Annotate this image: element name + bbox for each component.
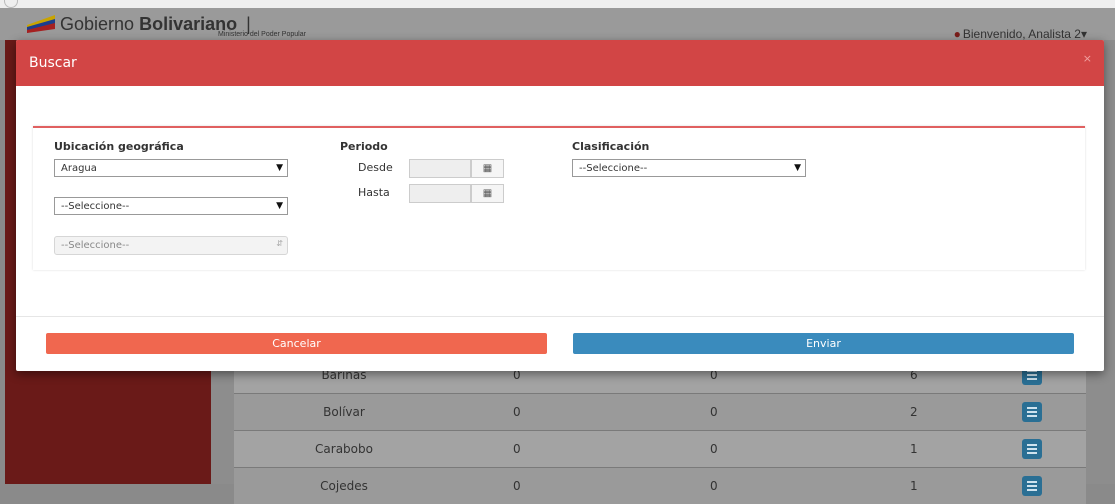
parroquia-value: --Seleccione-- xyxy=(61,240,130,251)
cell-value: 0 xyxy=(513,405,521,419)
user-icon: ● xyxy=(953,27,961,41)
cell-value: 0 xyxy=(513,479,521,493)
cell-value: 0 xyxy=(710,479,718,493)
cell-value: 0 xyxy=(710,442,718,456)
search-modal: Buscar × Ubicación geográfica Aragua ▼ -… xyxy=(16,40,1104,371)
brand-subtitle: Ministerio del Poder Popular xyxy=(218,31,306,38)
cell-value: 0 xyxy=(710,405,718,419)
send-button[interactable]: Enviar xyxy=(573,333,1074,354)
cell-value: 0 xyxy=(513,442,521,456)
cell-name: Carabobo xyxy=(315,442,373,456)
clasificacion-select[interactable]: --Seleccione-- ▼ xyxy=(572,159,806,177)
modal-header: Buscar × xyxy=(16,40,1104,86)
updown-arrow-icon: ⇵ xyxy=(276,239,283,248)
calendar-icon[interactable]: ▦ xyxy=(471,184,504,203)
ubicacion-label: Ubicación geográfica xyxy=(54,140,184,153)
results-table: Barinas 0 0 6 Bolívar 0 0 2 Carabobo 0 0… xyxy=(234,356,1086,504)
desde-label: Desde xyxy=(358,161,393,174)
footer-divider xyxy=(16,316,1104,317)
clasificacion-label: Clasificación xyxy=(572,140,650,153)
parroquia-select[interactable]: --Seleccione-- ⇵ xyxy=(54,236,288,255)
modal-title: Buscar xyxy=(29,55,77,71)
cell-name: Bolívar xyxy=(323,405,365,419)
close-icon[interactable]: × xyxy=(1083,52,1092,65)
circle-icon xyxy=(4,0,18,8)
dropdown-arrow-icon: ▼ xyxy=(276,201,283,211)
user-label: Bienvenido, Analista 2 xyxy=(962,27,1081,41)
cell-value: 1 xyxy=(910,442,918,456)
estado-select[interactable]: Aragua ▼ xyxy=(54,159,288,177)
clasificacion-value: --Seleccione-- xyxy=(579,163,648,174)
cell-value: 2 xyxy=(910,405,918,419)
dropdown-arrow-icon: ▼ xyxy=(276,163,283,173)
flag-logo-icon xyxy=(27,15,55,33)
municipio-select[interactable]: --Seleccione-- ▼ xyxy=(54,197,288,215)
municipio-value: --Seleccione-- xyxy=(61,201,130,212)
list-icon[interactable] xyxy=(1022,402,1042,422)
table-row: Bolívar 0 0 2 xyxy=(234,393,1086,430)
hasta-input[interactable] xyxy=(409,184,471,203)
brand-light: Gobierno xyxy=(60,14,135,34)
table-row: Carabobo 0 0 1 xyxy=(234,430,1086,467)
calendar-icon[interactable]: ▦ xyxy=(471,159,504,178)
cell-value: 1 xyxy=(910,479,918,493)
estado-value: Aragua xyxy=(61,163,97,174)
desde-input[interactable] xyxy=(409,159,471,178)
periodo-label: Periodo xyxy=(340,140,388,153)
list-icon[interactable] xyxy=(1022,439,1042,459)
list-icon[interactable] xyxy=(1022,476,1042,496)
cell-name: Cojedes xyxy=(320,479,368,493)
hasta-label: Hasta xyxy=(358,186,390,199)
dropdown-arrow-icon: ▼ xyxy=(794,163,801,173)
browser-strip xyxy=(0,0,1115,8)
cancel-button[interactable]: Cancelar xyxy=(46,333,547,354)
user-menu[interactable]: ● Bienvenido, Analista 2▾ xyxy=(954,27,1087,41)
table-row: Cojedes 0 0 1 xyxy=(234,467,1086,504)
filter-panel: Ubicación geográfica Aragua ▼ --Seleccio… xyxy=(33,126,1085,270)
caret-down-icon: ▾ xyxy=(1080,27,1087,41)
